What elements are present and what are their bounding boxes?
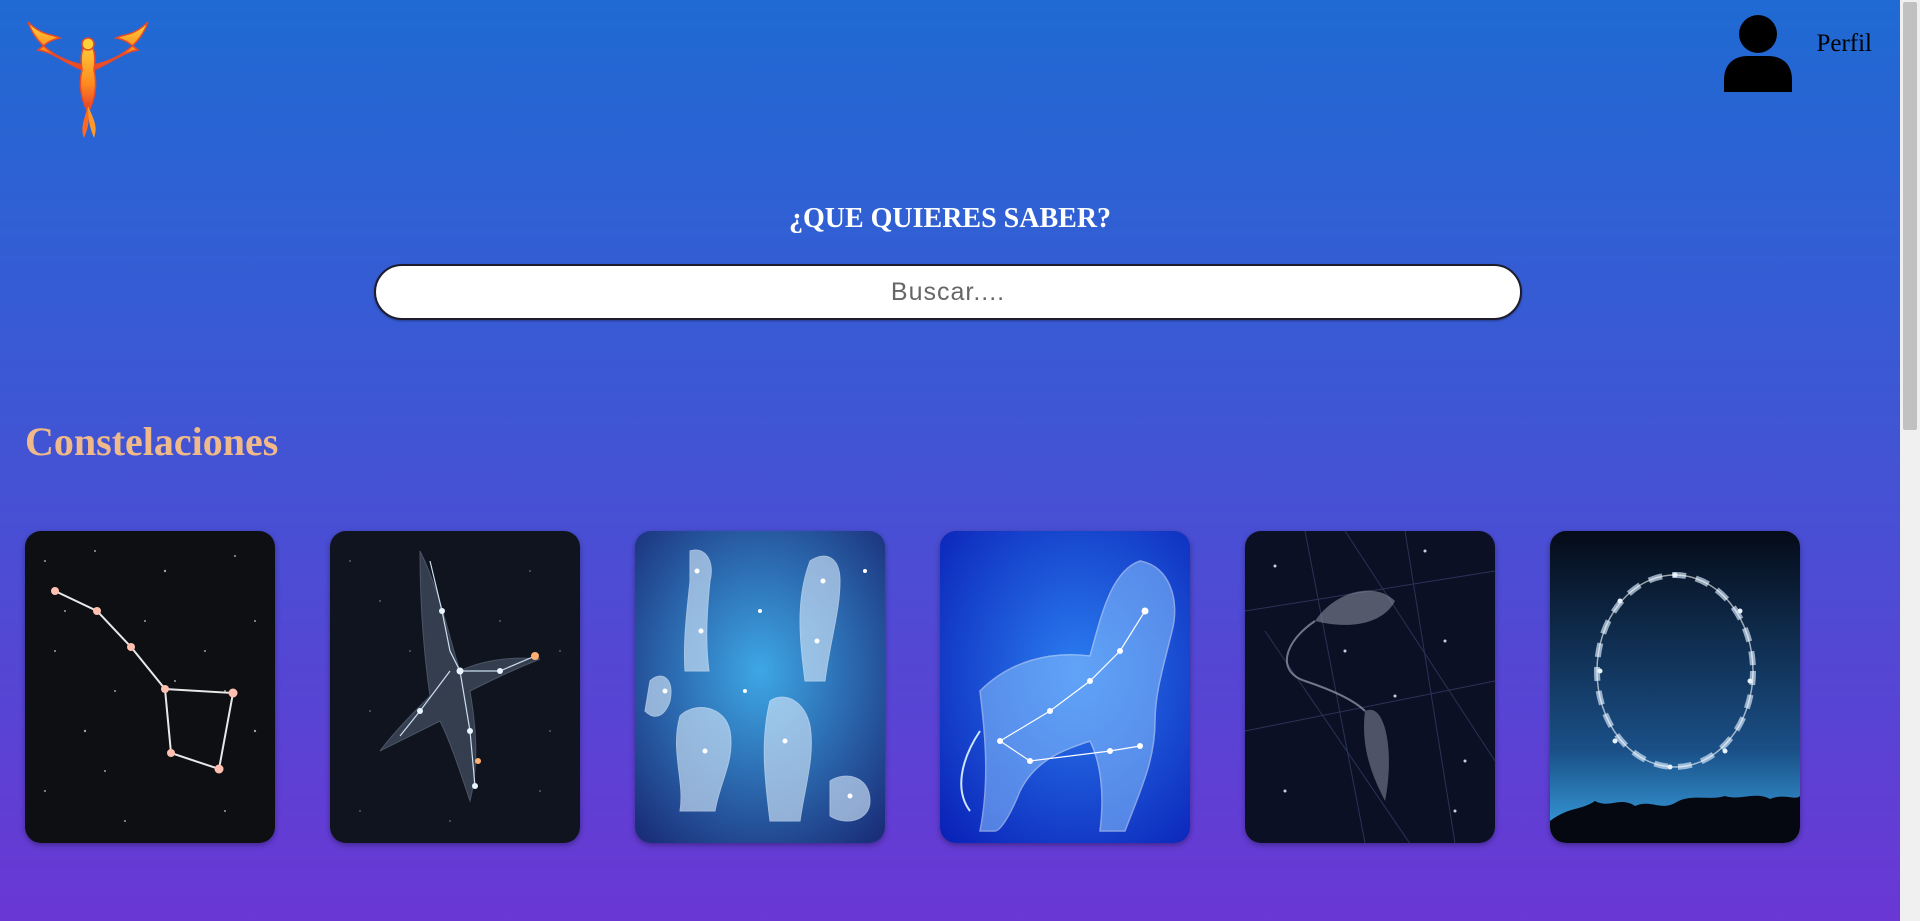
card-zodiac-figures[interactable] — [635, 531, 885, 843]
user-silhouette-icon[interactable] — [1718, 14, 1798, 92]
card-pisces[interactable] — [1245, 531, 1495, 843]
big-dipper-image — [25, 531, 275, 843]
card-leo[interactable] — [940, 531, 1190, 843]
section-title: Constelaciones — [25, 419, 279, 464]
constellation-cards — [25, 531, 1800, 843]
search-bar — [374, 264, 1522, 320]
card-eagle[interactable] — [330, 531, 580, 843]
profile-link[interactable]: Perfil — [1718, 14, 1872, 92]
eagle-image — [330, 531, 580, 843]
pisces-image — [1245, 531, 1495, 843]
leo-image — [940, 531, 1190, 843]
zodiac-circle-image — [1550, 531, 1800, 843]
search-input[interactable] — [374, 264, 1522, 320]
card-zodiac-circle[interactable] — [1550, 531, 1800, 843]
scrollbar-thumb[interactable] — [1903, 2, 1917, 430]
page: Perfil ¿QUE QUIERES SABER? Constelacione… — [0, 0, 1900, 921]
page-scrollbar[interactable] — [1900, 0, 1920, 921]
card-big-dipper[interactable] — [25, 531, 275, 843]
phoenix-logo-icon[interactable] — [24, 16, 152, 142]
profile-label[interactable]: Perfil — [1816, 30, 1872, 58]
zodiac-figures-image — [635, 531, 885, 843]
page-title: ¿QUE QUIERES SABER? — [788, 203, 1112, 234]
